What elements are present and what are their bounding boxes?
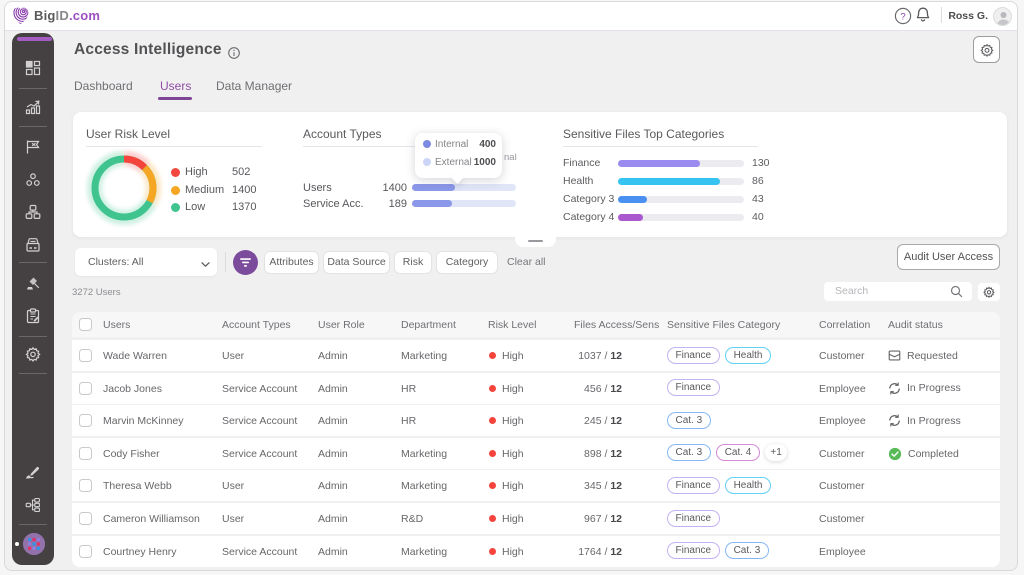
svg-text:?: ? <box>900 12 905 23</box>
